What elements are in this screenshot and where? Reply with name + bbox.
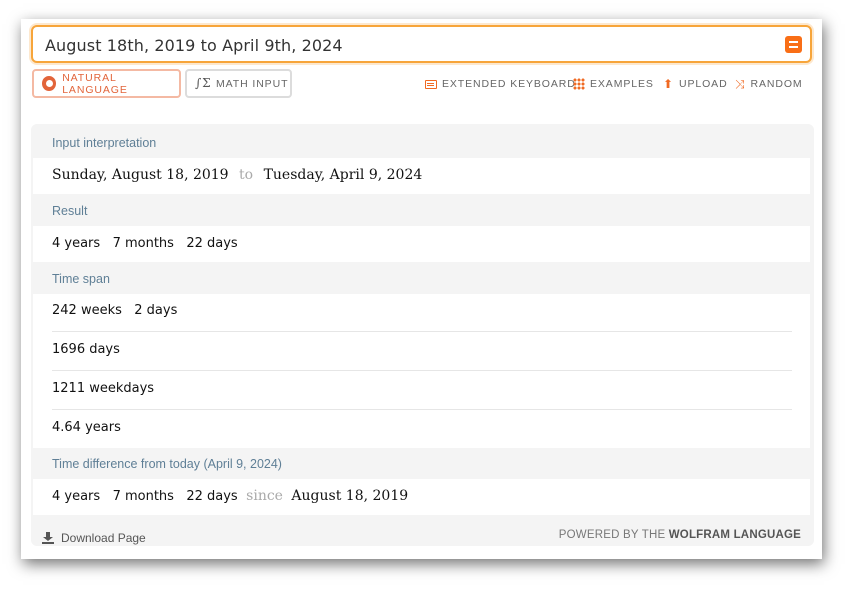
pod-title-difference: Time difference from today (April 9, 202… — [52, 457, 282, 471]
difference-joiner: since — [246, 488, 283, 504]
download-icon — [42, 532, 54, 544]
natural-language-label: NATURAL LANGUAGE — [62, 71, 128, 96]
submit-equals-icon[interactable] — [785, 36, 802, 53]
difference-date: August 18, 2019 — [291, 488, 409, 504]
upload-arrow-icon: ⬆ — [663, 77, 674, 91]
timespan-row: 4.64 years — [52, 420, 121, 435]
timespan-row: 1696 days — [52, 342, 120, 357]
random-link[interactable]: ⤨ RANDOM — [735, 78, 803, 90]
difference-value: 4 years 7 months 22 days — [52, 489, 238, 504]
download-page-link[interactable]: Download Page — [42, 531, 146, 545]
pod-title-timespan: Time span — [52, 272, 110, 286]
search-input[interactable]: August 18th, 2019 to April 9th, 2024 — [31, 25, 812, 63]
upload-link[interactable]: ⬆ UPLOAD — [663, 78, 728, 90]
extended-keyboard-link[interactable]: EXTENDED KEYBOARD — [425, 78, 576, 90]
examples-link[interactable]: EXAMPLES — [573, 78, 654, 90]
examples-label: EXAMPLES — [590, 78, 654, 90]
interpretation-end: Tuesday, April 9, 2024 — [263, 167, 423, 183]
row-divider — [52, 331, 792, 332]
math-input-button[interactable]: ∫Σ MATH INPUT — [185, 69, 292, 98]
pod-timespan[interactable]: 242 weeks 2 days 1696 days 1211 weekdays… — [33, 294, 810, 448]
interpretation-text: Sunday, August 18, 2019 to Tuesday, Apri… — [52, 167, 422, 183]
timespan-row: 242 weeks 2 days — [52, 303, 178, 318]
powered-brand: WOLFRAM LANGUAGE — [668, 529, 801, 541]
random-label: RANDOM — [750, 78, 803, 90]
math-input-icon: ∫Σ — [195, 76, 212, 90]
upload-label: UPLOAD — [678, 78, 728, 90]
extended-keyboard-label: EXTENDED KEYBOARD — [442, 78, 576, 90]
row-divider — [52, 409, 792, 410]
interpretation-joiner: to — [239, 167, 254, 183]
keyboard-icon — [425, 79, 437, 89]
search-query-text[interactable]: August 18th, 2019 to April 9th, 2024 — [45, 36, 343, 55]
pod-interpretation[interactable]: Sunday, August 18, 2019 to Tuesday, Apri… — [33, 158, 810, 194]
result-value: 4 years 7 months 22 days — [52, 236, 238, 251]
row-divider — [52, 370, 792, 371]
natural-language-button[interactable]: NATURAL LANGUAGE — [32, 69, 181, 98]
pod-title-result: Result — [52, 204, 88, 218]
results-pods: Input interpretation Sunday, August 18, … — [31, 124, 814, 546]
natural-language-icon — [42, 76, 57, 91]
wolfram-alpha-panel: August 18th, 2019 to April 9th, 2024 NAT… — [21, 19, 822, 559]
powered-by-link[interactable]: POWERED BY THE WOLFRAM LANGUAGE — [559, 529, 801, 541]
timespan-row: 1211 weekdays — [52, 381, 155, 396]
powered-prefix: POWERED BY THE — [558, 529, 666, 541]
download-label: Download Page — [61, 531, 146, 545]
pod-difference[interactable]: 4 years 7 months 22 days since August 18… — [33, 479, 810, 515]
grid-dots-icon — [573, 78, 585, 90]
difference-text: 4 years 7 months 22 days since August 18… — [52, 488, 408, 504]
pod-title-interpretation: Input interpretation — [52, 136, 157, 150]
shuffle-icon: ⤨ — [735, 77, 746, 91]
math-input-label: MATH INPUT — [216, 77, 289, 90]
interpretation-start: Sunday, August 18, 2019 — [52, 167, 229, 183]
pod-result[interactable]: 4 years 7 months 22 days — [33, 226, 810, 262]
